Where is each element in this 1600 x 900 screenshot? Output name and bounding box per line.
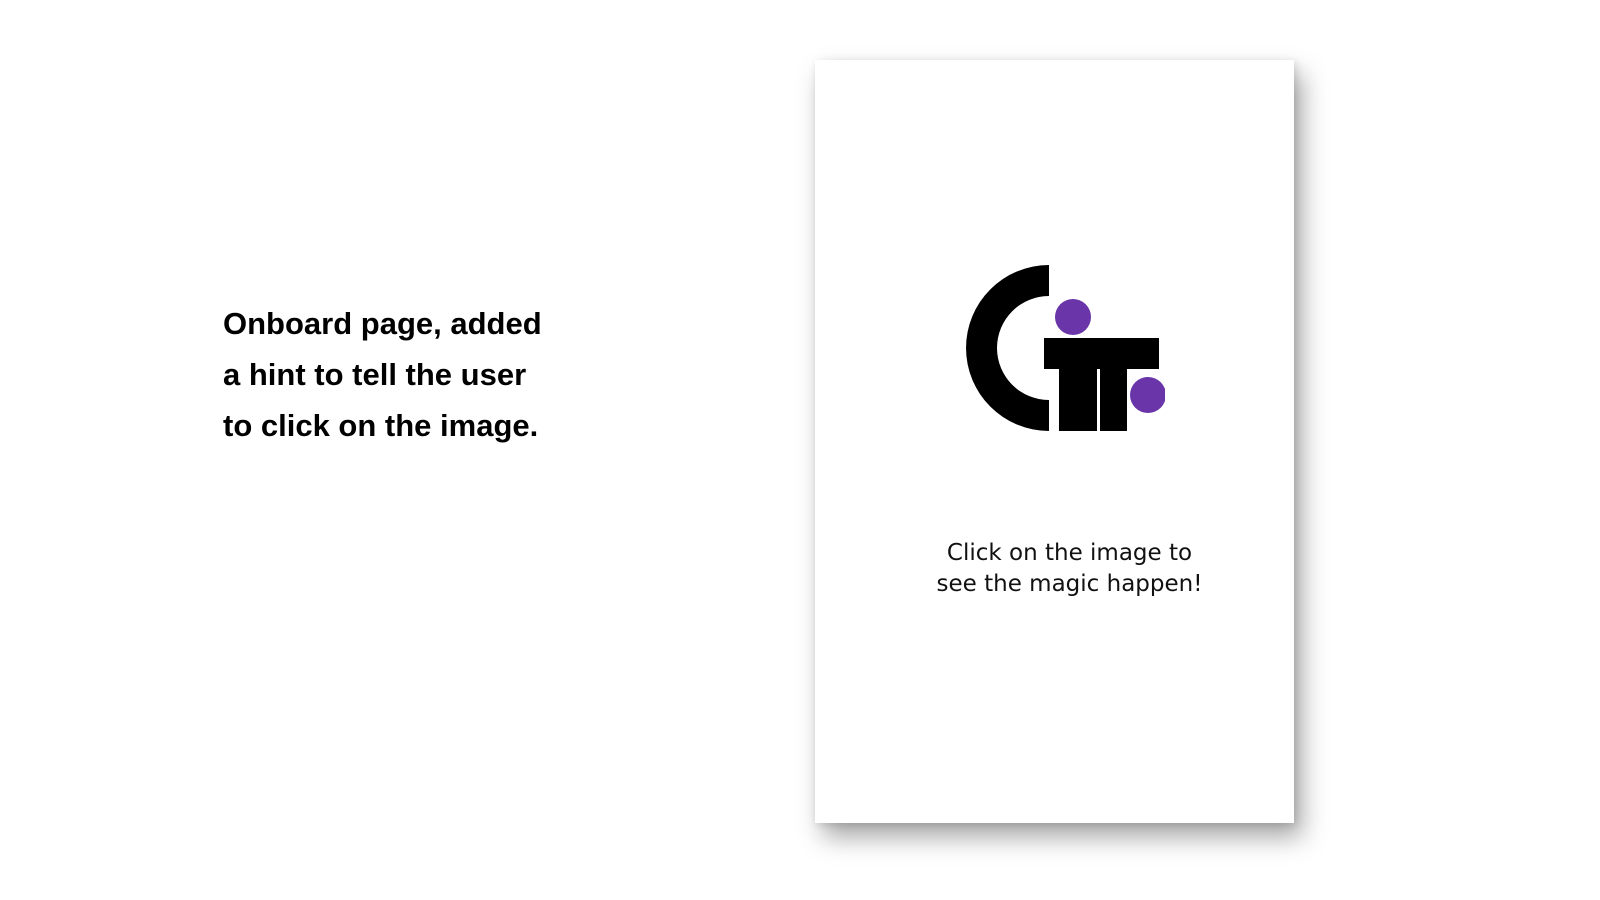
onboard-screen: Click on the image to see the magic happ… bbox=[815, 60, 1294, 823]
logo-dot-bottom bbox=[1130, 377, 1165, 413]
hint-line-1: Click on the image to bbox=[946, 540, 1193, 566]
annotation-text: Onboard page, added a hint to tell the u… bbox=[223, 298, 603, 451]
logo-image-button[interactable] bbox=[965, 265, 1165, 440]
annotation-line-3: to click on the image. bbox=[223, 408, 539, 443]
annotation-line-2: a hint to tell the user bbox=[223, 357, 527, 392]
logo-c-shape bbox=[966, 265, 1049, 431]
gif-logo-icon bbox=[966, 265, 1165, 431]
logo-dot-top bbox=[1055, 299, 1091, 335]
onboard-hint: Click on the image to see the magic happ… bbox=[815, 538, 1324, 600]
logo-r-stem bbox=[1100, 338, 1127, 431]
hint-line-2: see the magic happen! bbox=[936, 571, 1203, 597]
annotation-line-1: Onboard page, added bbox=[223, 306, 542, 341]
